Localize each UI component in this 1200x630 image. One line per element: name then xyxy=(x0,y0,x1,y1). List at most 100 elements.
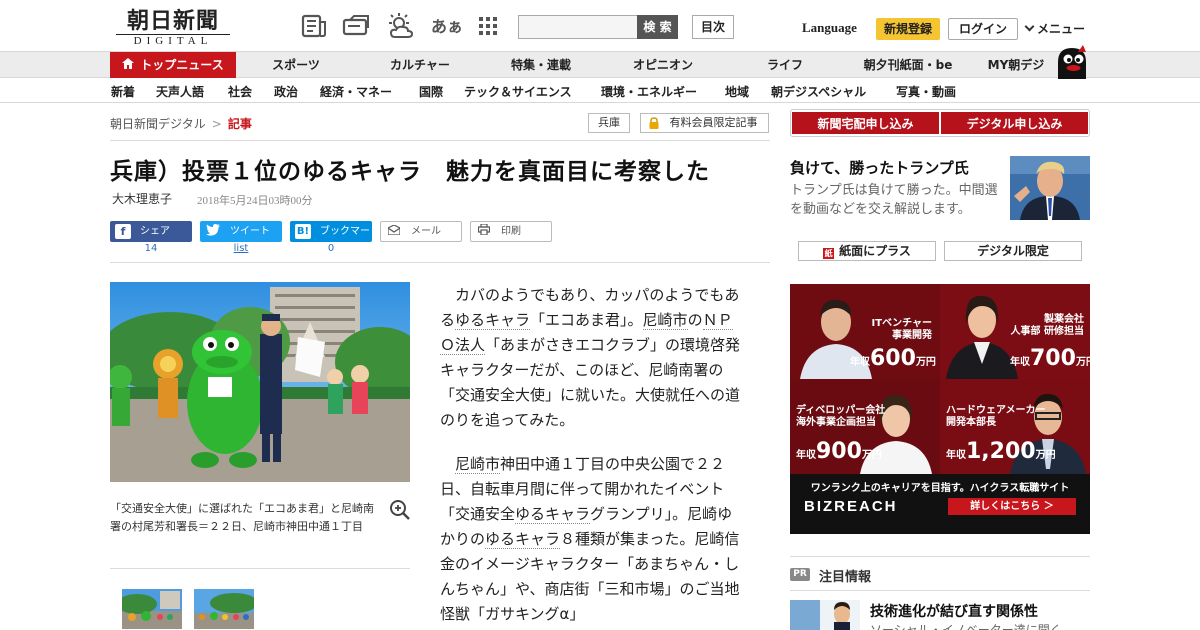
keyword-link[interactable]: 尼崎市 xyxy=(455,455,501,474)
ad-role: ディベロッパー会社 海外事業企画担当 xyxy=(796,405,886,428)
hatena-bookmark-button[interactable]: B! ブックマーク xyxy=(290,221,372,258)
ad-salary-unit: 万円 xyxy=(861,450,882,461)
photo-caption: 「交通安全大使」に選ばれた「エコあま君」と尼崎南署の村尾芳和署長＝２２日、尼崎市… xyxy=(110,502,374,533)
share-label: シェア xyxy=(140,226,170,237)
bizreach-ad[interactable]: ITベンチャー 事業開発 年収600万円 製薬会社 人事部 研修担当 年収700… xyxy=(790,284,1090,534)
paper-plus-button[interactable]: 紙紙面にプラス xyxy=(798,241,936,261)
search-button[interactable]: 検 索 xyxy=(637,15,678,39)
ad-salary-unit: 万円 xyxy=(915,357,936,368)
font-size-icon[interactable]: あぁ xyxy=(431,13,463,37)
subnav-economy[interactable]: 経済・マネー xyxy=(320,83,392,100)
featured-image[interactable] xyxy=(1010,156,1090,220)
nav-tab-newspaper[interactable]: 朝夕刊紙面・be xyxy=(856,52,960,78)
subnav-region[interactable]: 地域 xyxy=(725,83,749,100)
body-text: 「あまがさきエコクラブ」の環境啓発キャラクターだが、このほど、尼崎南署の「交通安… xyxy=(440,336,741,429)
ad-salary-amount: 700 xyxy=(1030,346,1076,371)
twitter-icon xyxy=(205,224,221,239)
article-paragraph: カバのようでもあり、カッパのようでもあるゆるキャラ「エコあま君」。尼崎市のＮＰＯ… xyxy=(440,283,746,433)
subnav-tech-science[interactable]: テック＆サイエンス xyxy=(464,83,572,100)
twitter-share-button[interactable]: ツイート xyxy=(200,221,282,242)
weather-icon[interactable] xyxy=(386,12,414,40)
subnav-politics[interactable]: 政治 xyxy=(274,83,298,100)
language-link[interactable]: Language xyxy=(802,20,857,36)
zoom-icon[interactable] xyxy=(389,499,411,521)
facebook-share-button[interactable]: f シェア xyxy=(110,221,192,242)
subnav-society[interactable]: 社会 xyxy=(228,83,252,100)
twitter-list-link[interactable]: list xyxy=(200,243,282,254)
search-input[interactable] xyxy=(518,15,638,39)
photo-thumbnail[interactable] xyxy=(122,589,182,629)
nav-tab-culture[interactable]: カルチャー xyxy=(378,52,462,78)
keyword-link[interactable]: ゆるキャラ xyxy=(485,530,561,549)
pr-item-image[interactable] xyxy=(790,600,860,630)
toc-button[interactable]: 目次 xyxy=(692,15,734,39)
keyword-link[interactable]: ゆるキャラ xyxy=(455,311,531,330)
ad-role: 製薬会社 人事部 研修担当 xyxy=(1010,314,1084,337)
ad-salary: 年収600万円 xyxy=(850,346,936,371)
nav-tab-top-news[interactable]: トップニュース xyxy=(110,52,236,78)
nav-tab-opinion[interactable]: オピニオン xyxy=(624,52,702,78)
keyword-link[interactable]: 尼崎市 xyxy=(642,311,688,330)
hatena-icon: B! xyxy=(295,224,311,239)
photo-thumbnail[interactable] xyxy=(194,589,254,629)
logo-name: 朝日新聞 xyxy=(126,8,219,34)
subnav-photo-video[interactable]: 写真・動画 xyxy=(896,83,956,100)
digital-only-button[interactable]: デジタル限定 xyxy=(944,241,1082,261)
ad-salary-amount: 600 xyxy=(870,346,916,371)
pr-item-title[interactable]: 技術進化が結び直す関係性 xyxy=(870,601,1038,621)
print-button[interactable]: 印刷 xyxy=(470,221,552,242)
shortcut-card-icon[interactable] xyxy=(342,12,370,40)
featured-description: トランプ氏は負けて勝った。中間選を動画などを交え解説します。 xyxy=(790,183,998,217)
breadcrumb-root[interactable]: 朝日新聞デジタル xyxy=(110,117,206,131)
pr-divider xyxy=(790,556,1090,557)
region-tag[interactable]: 兵庫 xyxy=(588,113,630,133)
mail-icon xyxy=(386,224,402,239)
ad-cell: ディベロッパー会社 海外事業企画担当 年収900万円 xyxy=(790,379,940,474)
mail-share-button[interactable]: メール xyxy=(380,221,462,242)
home-icon xyxy=(122,52,135,78)
newspaper-subscribe-button[interactable]: 新聞宅配申し込み xyxy=(792,112,939,134)
article-paragraph: 尼崎市神田中通１丁目の中央公園で２２日、自転車月間に伴って開かれたイベント「交通… xyxy=(440,452,746,627)
breadcrumb-current: 記事 xyxy=(227,117,252,131)
ad-cell: ハードウェアメーカー 開発本部長 年収1,200万円 xyxy=(940,379,1090,474)
ad-salary-amount: 900 xyxy=(816,439,862,464)
subnav-international[interactable]: 国際 xyxy=(419,83,443,100)
nav-tab-sports[interactable]: スポーツ xyxy=(258,52,334,78)
facebook-share-count: 14 xyxy=(144,243,158,254)
article-photo[interactable] xyxy=(110,282,410,482)
subnav-tenseijingo[interactable]: 天声人語 xyxy=(156,83,204,100)
pr-heading: 注目情報 xyxy=(819,570,872,585)
register-button[interactable]: 新規登録 xyxy=(876,18,940,40)
chevron-down-icon xyxy=(1024,21,1035,32)
breadcrumb-separator: > xyxy=(211,117,222,131)
login-button[interactable]: ログイン xyxy=(948,18,1018,40)
nav-tab-label: トップニュース xyxy=(140,58,224,72)
article-author[interactable]: 大木理恵子 xyxy=(112,190,172,207)
global-header: 朝日新聞 DIGITAL あぁ 検 索 目次 Language 新規登録 ログイ… xyxy=(0,0,1200,52)
subnav-special[interactable]: 朝デジスペシャル xyxy=(771,83,866,100)
ad-details-button[interactable]: 詳しくはこちら ＞ xyxy=(948,498,1076,515)
digital-subscribe-button[interactable]: デジタル申し込み xyxy=(941,112,1088,134)
subnav-latest[interactable]: 新着 xyxy=(111,83,135,100)
ad-salary: 年収900万円 xyxy=(796,439,882,464)
bizreach-logo: BIZREACH xyxy=(804,498,898,515)
ad-role: ハードウェアメーカー 開発本部長 xyxy=(946,405,1046,428)
nav-tab-life[interactable]: ライフ xyxy=(754,52,816,78)
pr-item-subtitle: ソーシャル・イノベーター達に聞く xyxy=(870,623,1062,630)
pr-badge: PR xyxy=(790,568,810,581)
asahi-logo[interactable]: 朝日新聞 DIGITAL xyxy=(116,9,230,47)
header-divider xyxy=(110,140,770,141)
ad-salary-amount: 1,200 xyxy=(966,439,1036,464)
grid-apps-icon[interactable] xyxy=(476,14,500,38)
nav-tab-features[interactable]: 特集・連載 xyxy=(500,52,582,78)
menu-button[interactable]: メニュー xyxy=(1024,20,1085,37)
secondary-nav: 新着 天声人語 社会 政治 経済・マネー 国際 テック＆サイエンス 環境・エネル… xyxy=(0,79,1200,103)
ad-salary: 年収1,200万円 xyxy=(946,439,1056,464)
nav-tab-my-asadigi[interactable]: MY朝デジ xyxy=(982,52,1050,78)
subnav-environment[interactable]: 環境・エネルギー xyxy=(601,83,697,100)
mascot-icon[interactable] xyxy=(1052,44,1092,80)
featured-title[interactable]: 負けて、勝ったトランプ氏 xyxy=(790,157,969,178)
newspaper-icon[interactable] xyxy=(300,12,328,40)
keyword-link[interactable]: ゆるキャラ xyxy=(515,505,591,524)
print-label: 印刷 xyxy=(501,226,521,237)
